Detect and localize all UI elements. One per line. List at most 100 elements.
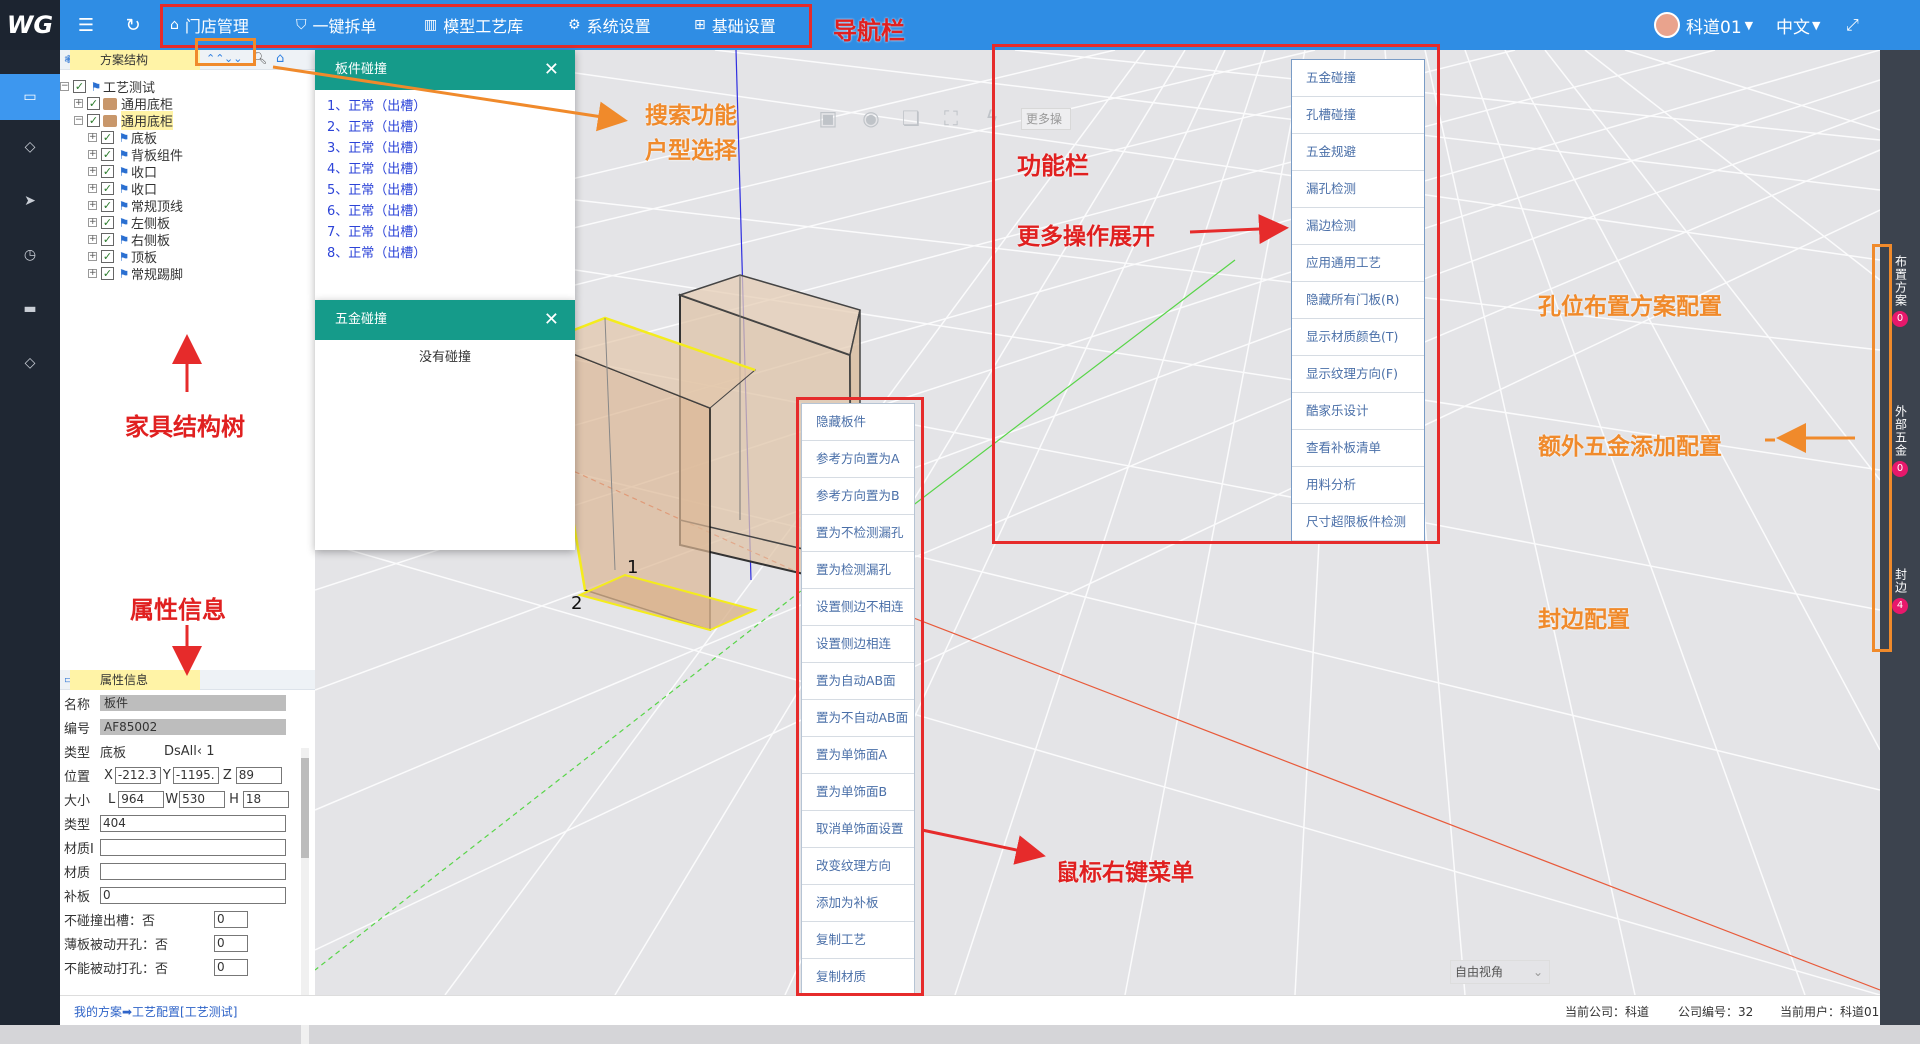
collision-popup-header: 板件碰撞 ✕ xyxy=(315,50,575,90)
collision-popup: 板件碰撞 ✕ 1、正常（出槽） 2、正常（出槽） 3、正常（出槽） 4、正常（出槽… xyxy=(315,50,575,300)
list-item[interactable]: 3、正常（出槽） xyxy=(327,138,426,159)
flag-icon: ⚑ xyxy=(118,147,130,162)
position-x-input[interactable]: -212.3 xyxy=(114,766,161,784)
trash-icon: ▬ xyxy=(23,301,37,317)
list-item[interactable]: 6、正常（出槽） xyxy=(327,201,426,222)
sidebar-item-design[interactable]: ▭ xyxy=(0,74,60,120)
send-icon: ➤ xyxy=(24,193,36,209)
prop-patch-row: 补板 0 xyxy=(64,884,286,906)
diamond-icon: ◇ xyxy=(24,355,36,371)
close-icon[interactable]: ✕ xyxy=(544,300,559,340)
sidebar-item-history[interactable]: ◷ xyxy=(0,232,60,278)
folder-icon xyxy=(103,97,117,110)
prop-code-row: 编号 AF85002 xyxy=(64,716,286,738)
folder-icon xyxy=(103,114,117,127)
size-w-input[interactable]: 530 xyxy=(179,790,226,808)
left-panel: ❃ 方案结构 ⌃⌃ ⌄⌄ 🔍︎ ⌂ − ✓ ⚑ 工艺测试 + ✓ 通用底柜 − ✓ 通用底柜 … xyxy=(60,38,315,1044)
z-axis-dashed xyxy=(315,579,816,971)
prop-kind-row: 类型 404 xyxy=(64,812,286,834)
annotation-house: 户型选择 xyxy=(645,138,737,164)
right-bar-highlight xyxy=(1872,244,1892,652)
flag-icon: ⚑ xyxy=(118,215,130,230)
fullscreen-icon[interactable]: ⤢ xyxy=(1846,0,1859,50)
flag-icon: ⚑ xyxy=(118,198,130,213)
tree-panel-header: ❃ 方案结构 ⌃⌃ ⌄⌄ 🔍︎ ⌂ xyxy=(60,50,315,70)
annotation-more-actions: 更多操作展开 xyxy=(1017,224,1155,250)
scrollbar-thumb[interactable] xyxy=(301,758,309,858)
annotation-search: 搜索功能 xyxy=(645,103,737,129)
prop-position-row: 位置 X -212.3 Y -1195. Z 89 xyxy=(64,764,282,786)
refresh-icon[interactable]: ↻ xyxy=(115,0,151,50)
annotation-props: 属性信息 xyxy=(130,596,226,624)
house-icon[interactable]: ⌂ xyxy=(276,51,284,66)
sidebar-item-gem[interactable]: ◇ xyxy=(0,124,60,170)
menu-toggle-icon[interactable]: ☰ xyxy=(68,0,104,50)
flag-icon: ⚑ xyxy=(90,79,102,94)
flag-icon: ⚑ xyxy=(118,232,130,247)
prop-material-row: 材质 xyxy=(64,860,286,882)
list-item[interactable]: 5、正常（出槽） xyxy=(327,180,426,201)
annotation-hole-plan: 孔位布置方案配置 xyxy=(1538,294,1722,320)
context-menu-highlight xyxy=(796,397,924,996)
flag-icon: ⚑ xyxy=(118,249,130,264)
cabinet-tool-icon[interactable]: ▣ xyxy=(815,106,841,132)
list-item[interactable]: 4、正常（出槽） xyxy=(327,159,426,180)
props-panel-title: 属性信息 xyxy=(70,670,200,690)
status-bar: 我的方案➡工艺配置[工艺测试] 当前公司：科道 公司编号：32 当前用户：科道0… xyxy=(60,995,1880,1025)
size-l-input[interactable]: 964 xyxy=(118,790,165,808)
search-highlight-box xyxy=(195,38,256,66)
position-z-input[interactable]: 89 xyxy=(235,766,282,784)
layers-tool-icon[interactable]: ❏ xyxy=(898,106,924,132)
patch-input[interactable]: 0 xyxy=(100,886,286,904)
size-h-input[interactable]: 18 xyxy=(242,790,289,808)
chevron-down-icon: ▼ xyxy=(1812,18,1821,32)
list-item[interactable]: 7、正常（出槽） xyxy=(327,222,426,243)
close-icon[interactable]: ✕ xyxy=(544,50,559,90)
name-field: 板件 xyxy=(100,695,286,711)
collision-list: 1、正常（出槽） 2、正常（出槽） 3、正常（出槽） 4、正常（出槽） 5、正常… xyxy=(327,96,426,264)
flag-icon: ⚑ xyxy=(118,130,130,145)
language-select[interactable]: 中文 ▼ xyxy=(1776,0,1820,50)
scene-label-2: 2 xyxy=(571,593,583,614)
hardware-popup-header: 五金碰撞 ✕ xyxy=(315,300,575,340)
flag-input[interactable]: 0 xyxy=(214,958,248,976)
kind-input[interactable]: 404 xyxy=(100,814,286,832)
prop-matid-row: 材质I xyxy=(64,836,286,858)
annotation-extra-hardware: 额外五金添加配置 xyxy=(1538,434,1722,460)
view-mode-select[interactable]: 自由视角 ⌄ xyxy=(1450,960,1550,984)
annotation-tree: 家具结构树 xyxy=(125,413,245,441)
user-menu[interactable]: 科道01 ▼ xyxy=(1654,0,1753,50)
prop-flag-row: 不碰撞出槽：否 0 xyxy=(64,908,248,930)
list-item[interactable]: 1、正常（出槽） xyxy=(327,96,426,117)
avatar xyxy=(1654,12,1680,38)
props-panel-header: ▭ 属性信息 xyxy=(60,670,315,690)
fit-view-icon[interactable]: ⛶ xyxy=(938,106,964,132)
chevron-down-icon: ⌄ xyxy=(1532,965,1543,979)
company-number: 公司编号：32 xyxy=(1678,1005,1754,1019)
app-logo[interactable]: WG xyxy=(0,0,60,50)
diamond-icon: ◇ xyxy=(24,139,36,155)
breadcrumb[interactable]: 我的方案➡工艺配置[工艺测试] xyxy=(74,1003,237,1020)
list-item[interactable]: 8、正常（出槽） xyxy=(327,243,426,264)
material-id-input[interactable] xyxy=(100,838,286,856)
edge-badge: 4 xyxy=(1892,598,1908,614)
sidebar-item-trash[interactable]: ▬ xyxy=(0,286,60,332)
list-item[interactable]: 2、正常（出槽） xyxy=(327,117,426,138)
clock-icon: ◷ xyxy=(23,247,37,263)
position-y-input[interactable]: -1195. xyxy=(172,766,219,784)
left-sidebar: ▭ ◇ ➤ ◷ ▬ ◇ xyxy=(0,50,60,1025)
card-icon: ▭ xyxy=(23,89,37,105)
material-input[interactable] xyxy=(100,862,286,880)
flag-input[interactable]: 0 xyxy=(214,910,248,928)
sidebar-item-diamond[interactable]: ◇ xyxy=(0,340,60,386)
prop-flag-row: 不能被动打孔：否 0 xyxy=(64,956,248,978)
flag-input[interactable]: 0 xyxy=(214,934,248,952)
flag-icon: ⚑ xyxy=(118,266,130,281)
tree-node[interactable]: + ✓ ⚑ 常规踢脚 xyxy=(88,263,183,284)
hardware-empty-text: 没有碰撞 xyxy=(418,350,471,365)
scene-label-1: 1 xyxy=(627,557,639,578)
current-user: 当前用户：科道01 xyxy=(1780,1005,1880,1019)
target-tool-icon[interactable]: ◉ xyxy=(858,106,884,132)
annotation-function-bar: 功能栏 xyxy=(1017,152,1089,180)
sidebar-item-send[interactable]: ➤ xyxy=(0,178,60,224)
